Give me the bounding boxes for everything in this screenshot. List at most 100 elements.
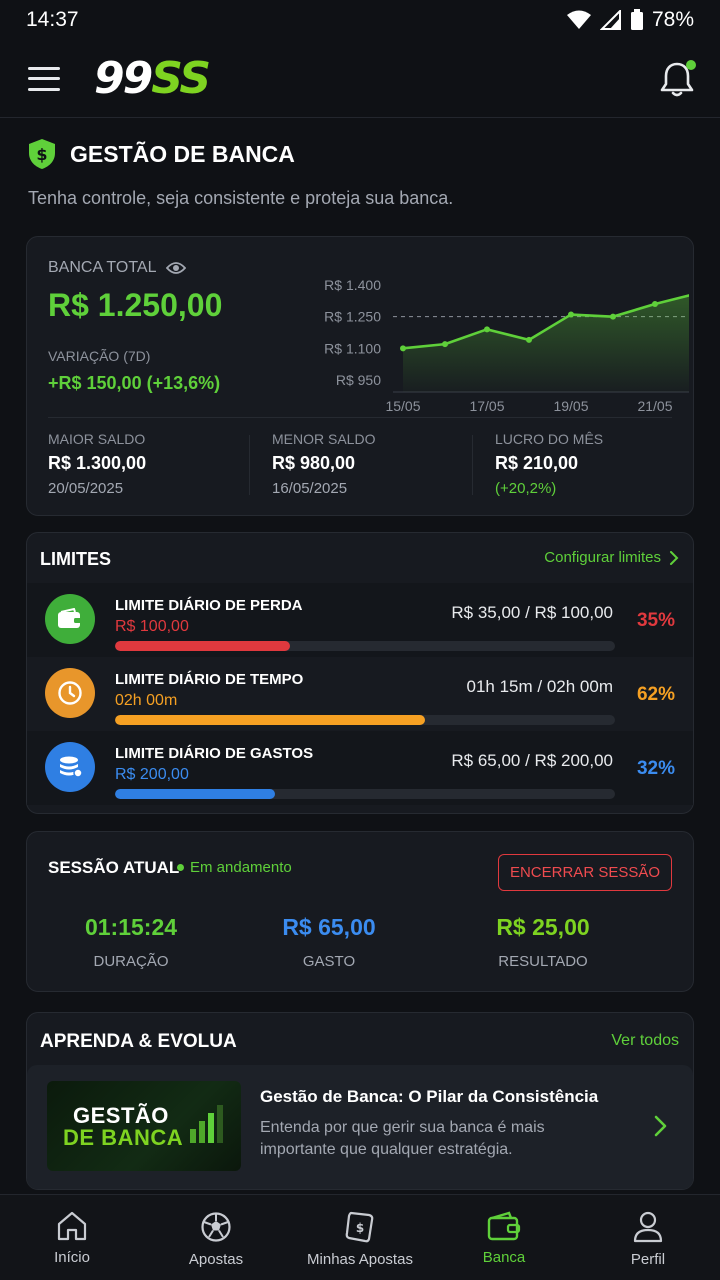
stat-label: MAIOR SALDO xyxy=(48,431,146,447)
data-point xyxy=(568,311,574,318)
y-tick-label: R$ 1.250 xyxy=(324,309,381,325)
data-point xyxy=(526,336,532,343)
page-subtitle: Tenha controle, seja consistente e prote… xyxy=(28,188,454,208)
status-dot xyxy=(177,864,184,871)
battery-icon xyxy=(630,9,643,30)
soccer-ball-icon xyxy=(201,1212,231,1242)
limit-row-loss[interactable]: LIMITE DIÁRIO DE PERDA R$ 100,00 R$ 35,0… xyxy=(27,583,693,657)
variation-label: VARIAÇÃO (7D) xyxy=(48,348,151,364)
home-icon xyxy=(57,1211,87,1241)
menu-icon[interactable] xyxy=(28,66,60,91)
limit-amount: R$ 35,00 / R$ 100,00 xyxy=(451,603,613,622)
eye-icon[interactable] xyxy=(166,261,187,275)
nav-item-bets[interactable]: Apostas xyxy=(144,1195,288,1280)
app-header: 99SS xyxy=(0,40,720,118)
divider xyxy=(472,435,473,495)
bottom-navigation: Início Apostas $ Minhas Apostas Banca Pe… xyxy=(0,1194,720,1280)
stat-value: R$ 1.300,00 xyxy=(48,453,147,473)
chevron-right-icon xyxy=(670,550,679,565)
end-session-button[interactable]: ENCERRAR SESSÃO xyxy=(498,854,672,891)
limit-value: R$ 200,00 xyxy=(115,766,189,783)
notification-bell-icon[interactable] xyxy=(660,60,696,98)
stat-min-balance: MENOR SALDO R$ 980,00 16/05/2025 xyxy=(272,431,472,497)
battery-level: 78% xyxy=(651,8,694,31)
data-point xyxy=(400,345,406,352)
divider xyxy=(48,417,672,418)
article-title: Gestão de Banca: O Pilar da Consistência xyxy=(260,1087,599,1106)
session-status: Em andamento xyxy=(177,859,292,876)
configure-limits-link[interactable]: Configurar limites xyxy=(544,549,679,566)
limit-title: LIMITE DIÁRIO DE TEMPO xyxy=(115,671,304,688)
limit-progress-bar xyxy=(115,789,615,799)
limit-row-spending[interactable]: LIMITE DIÁRIO DE GASTOS R$ 200,00 R$ 65,… xyxy=(27,731,693,805)
y-tick-label: R$ 950 xyxy=(336,372,381,388)
thumbnail-text: DE BANCA xyxy=(63,1125,184,1150)
stat-value: R$ 210,00 xyxy=(495,453,579,473)
status-time: 14:37 xyxy=(26,8,79,31)
app-logo[interactable]: 99SS xyxy=(94,53,211,104)
metric-label: GASTO xyxy=(302,953,356,970)
learn-article-card[interactable]: GESTÃO DE BANCA Gestão de Banca: O Pilar… xyxy=(27,1065,693,1189)
clock-icon xyxy=(45,668,95,718)
wallet-icon xyxy=(45,594,95,644)
limit-progress-bar xyxy=(115,641,615,651)
metric-label: RESULTADO xyxy=(498,953,588,970)
limits-card: LIMITES Configurar limites LIMITE DIÁRIO… xyxy=(26,532,694,814)
article-description: Entenda por que gerir sua banca é mais i… xyxy=(260,1119,545,1158)
chevron-right-icon xyxy=(654,1115,667,1137)
wallet-icon xyxy=(487,1211,521,1241)
nav-label: Apostas xyxy=(188,1251,244,1268)
y-tick-label: R$ 1.100 xyxy=(324,340,381,356)
limit-amount: R$ 65,00 / R$ 200,00 xyxy=(451,751,613,770)
x-tick-label: 17/05 xyxy=(469,398,504,413)
limit-percent: 32% xyxy=(636,758,675,779)
page-header: $ GESTÃO DE BANCA Tenha controle, seja c… xyxy=(28,138,692,209)
ticket-icon: $ xyxy=(345,1211,374,1243)
limit-title: LIMITE DIÁRIO DE PERDA xyxy=(115,597,303,614)
nav-item-home[interactable]: Início xyxy=(0,1195,144,1280)
svg-text:$: $ xyxy=(356,1221,364,1235)
current-session-card: SESSÃO ATUAL Em andamento ENCERRAR SESSÃ… xyxy=(26,831,694,992)
limit-value: R$ 100,00 xyxy=(115,618,189,635)
data-point xyxy=(610,313,616,320)
stat-percent: (+20,2%) xyxy=(495,480,557,497)
coins-icon xyxy=(45,742,95,792)
metric-label: DURAÇÃO xyxy=(93,953,169,970)
svg-text:$: $ xyxy=(36,145,47,164)
x-tick-label: 19/05 xyxy=(553,398,588,413)
learn-section: APRENDA & EVOLUA Ver todos GESTÃO DE BAN… xyxy=(26,1012,694,1190)
article-thumbnail: GESTÃO DE BANCA xyxy=(47,1081,241,1171)
bank-chart: R$ 1.400 R$ 1.250 R$ 1.100 R$ 950 15/05 17/05… xyxy=(324,277,689,413)
limit-percent: 35% xyxy=(636,610,675,631)
stat-month-profit: LUCRO DO MÊS R$ 210,00 (+20,2%) xyxy=(495,431,695,497)
data-point xyxy=(442,341,448,348)
y-tick-label: R$ 1.400 xyxy=(324,277,381,293)
page-title: GESTÃO DE BANCA xyxy=(70,140,295,167)
bar-chart-icon xyxy=(190,1105,223,1143)
bank-summary-card: BANCA TOTAL R$ 1.250,00 VARIAÇÃO (7D) +R… xyxy=(26,236,694,516)
bank-total-label: BANCA TOTAL xyxy=(48,259,157,276)
cell-signal-icon xyxy=(599,10,621,30)
see-all-link[interactable]: Ver todos xyxy=(611,1032,679,1050)
nav-label: Banca xyxy=(482,1249,526,1266)
shield-dollar-icon: $ xyxy=(29,139,55,169)
stat-value: R$ 980,00 xyxy=(272,453,356,473)
variation-value: +R$ 150,00 (+13,6%) xyxy=(48,373,221,393)
learn-title: APRENDA & EVOLUA xyxy=(40,1031,237,1052)
limit-title: LIMITE DIÁRIO DE GASTOS xyxy=(115,745,314,762)
x-tick-label: 15/05 xyxy=(385,398,420,413)
session-result: R$ 25,00 RESULTADO xyxy=(443,914,643,970)
nav-item-profile[interactable]: Perfil xyxy=(576,1195,720,1280)
limit-progress-bar xyxy=(115,715,615,725)
x-tick-label: 21/05 xyxy=(637,398,672,413)
nav-item-my-bets[interactable]: $ Minhas Apostas xyxy=(288,1195,432,1280)
limit-progress-fill xyxy=(115,641,290,651)
divider xyxy=(249,435,250,495)
session-duration: 01:15:24 DURAÇÃO xyxy=(31,914,231,970)
wifi-icon xyxy=(566,10,591,29)
limit-row-time[interactable]: LIMITE DIÁRIO DE TEMPO 02h 00m 01h 15m /… xyxy=(27,657,693,731)
nav-item-bankroll[interactable]: Banca xyxy=(432,1195,576,1280)
nav-label: Início xyxy=(54,1249,90,1266)
stat-label: LUCRO DO MÊS xyxy=(495,431,604,447)
nav-label: Minhas Apostas xyxy=(307,1251,413,1268)
